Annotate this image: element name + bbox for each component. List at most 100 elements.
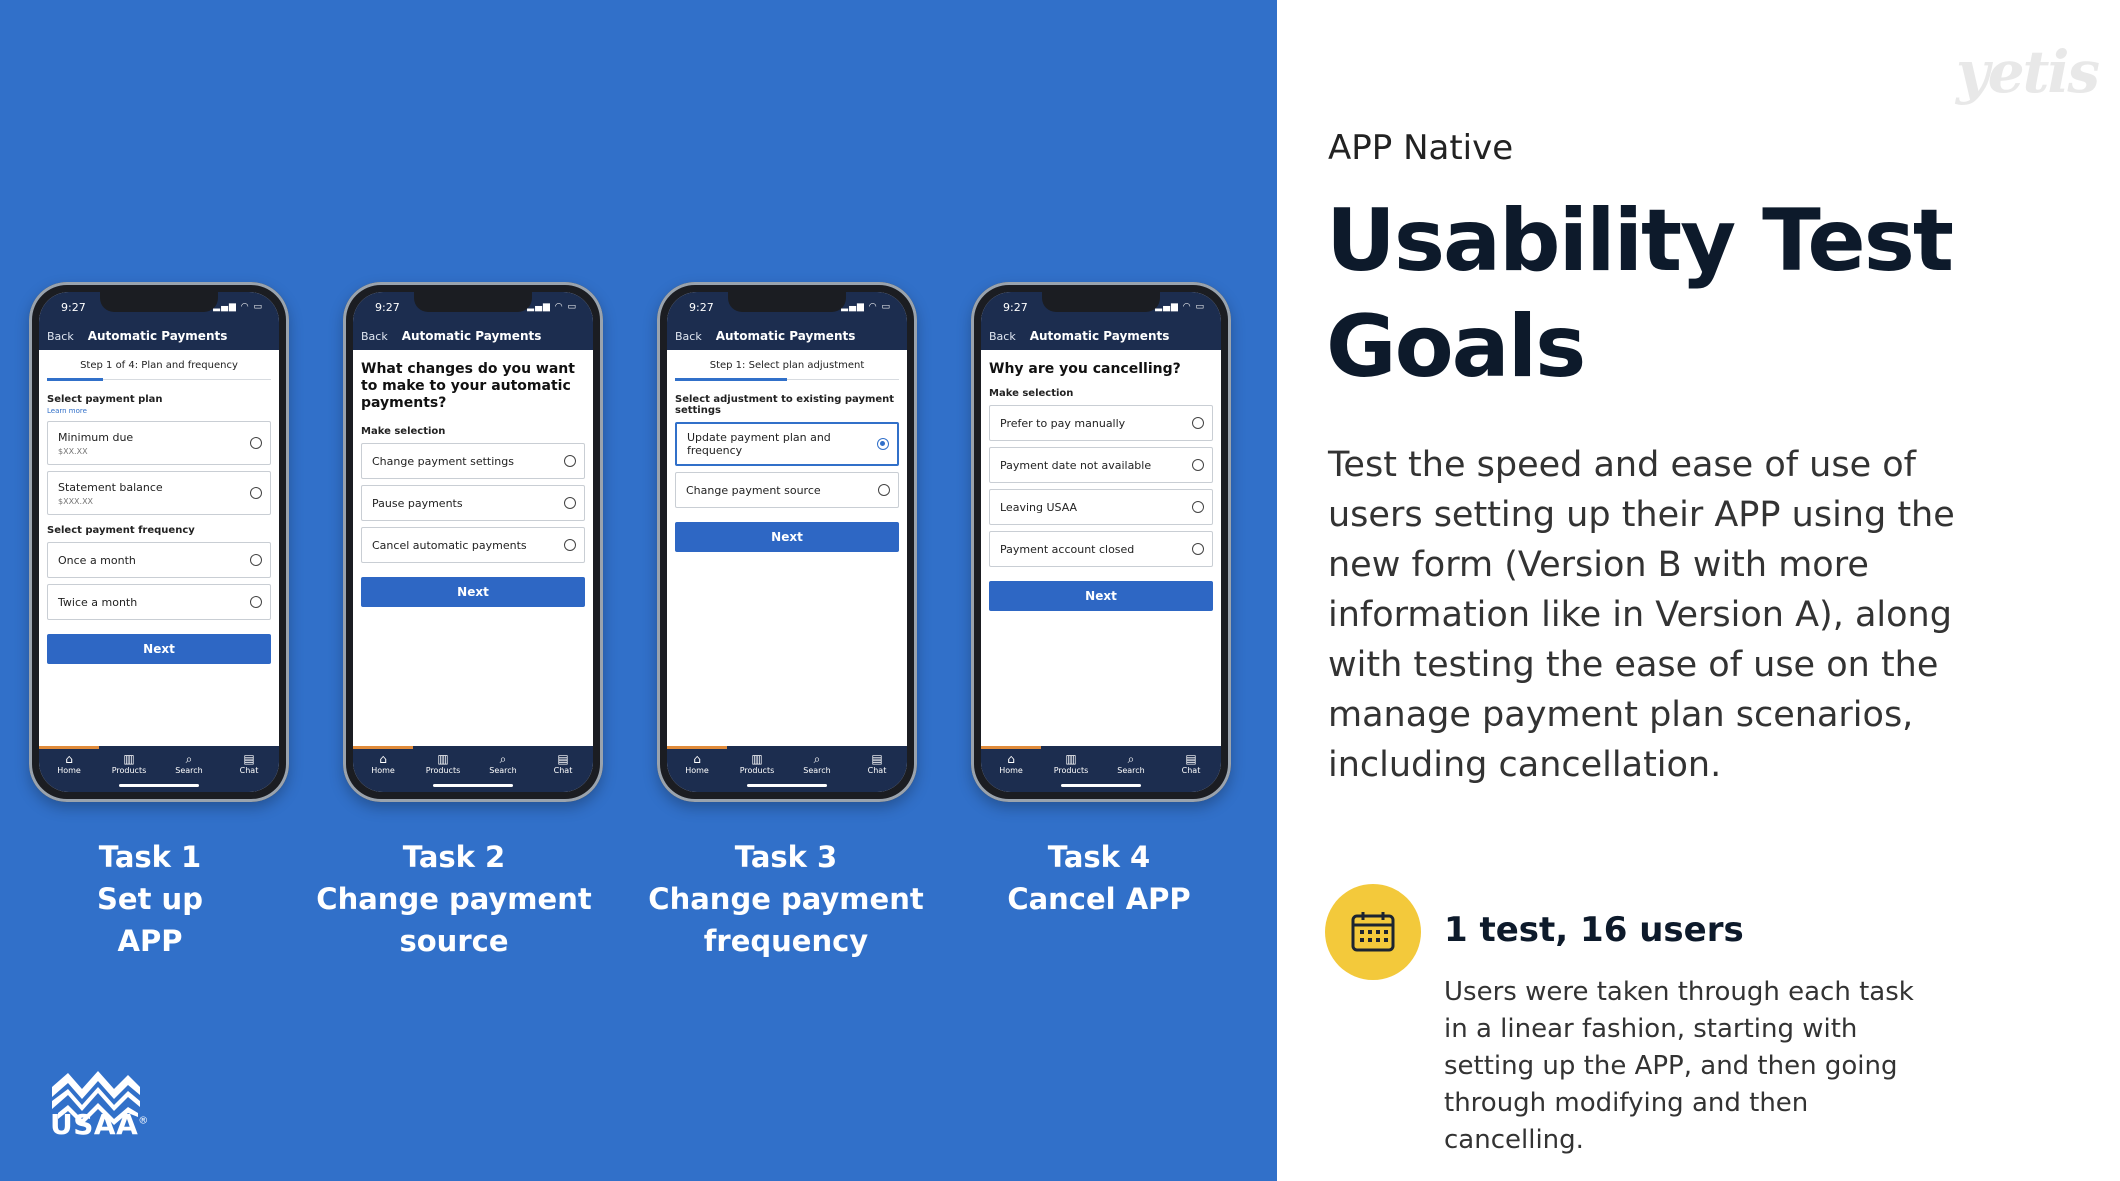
option-label: Change payment source xyxy=(686,483,821,497)
phone-task-2: 9:27 ▂▄▆ ◠ ▭ Back Automatic Payments Wha… xyxy=(343,282,603,802)
option-statement-balance[interactable]: Statement balance $XXX.XX xyxy=(47,471,271,515)
section-label: Make selection xyxy=(989,388,1074,399)
task-title-line: frequency xyxy=(703,924,869,958)
chat-icon: ▤ xyxy=(1185,752,1197,766)
tab-chat[interactable]: ▤ Chat xyxy=(219,752,279,792)
tab-chat[interactable]: ▤ Chat xyxy=(847,752,907,792)
option-label: Once a month xyxy=(58,553,136,567)
option-once-a-month[interactable]: Once a month xyxy=(47,542,271,578)
usaa-wordmark: USAA® xyxy=(50,1108,149,1141)
option-label: Cancel automatic payments xyxy=(372,538,527,552)
step-indicator: Step 1: Select plan adjustment xyxy=(675,350,899,381)
option-label: Payment date not available xyxy=(1000,458,1152,472)
tab-home[interactable]: ⌂ Home xyxy=(981,752,1041,792)
task-number: Task 1 xyxy=(98,840,202,874)
chat-icon: ▤ xyxy=(243,752,255,766)
home-indicator xyxy=(433,784,513,787)
question-heading: What changes do you want to make to your… xyxy=(361,361,575,411)
task-number: Task 3 xyxy=(734,840,838,874)
radio-button[interactable] xyxy=(564,455,576,467)
task-title-line: Set up xyxy=(97,882,203,916)
option-change-payment-settings[interactable]: Change payment settings xyxy=(361,443,585,479)
option-payment-account-closed[interactable]: Payment account closed xyxy=(989,531,1213,567)
radio-button[interactable] xyxy=(250,437,262,449)
status-time: 9:27 xyxy=(375,300,400,314)
stat-description: Users were taken through each task in a … xyxy=(1444,977,1914,1155)
radio-button[interactable] xyxy=(1192,501,1204,513)
chat-icon: ▤ xyxy=(557,752,569,766)
tab-label: Chat xyxy=(553,766,573,775)
task-number: Task 4 xyxy=(1047,840,1151,874)
task-title-line: Change payment xyxy=(316,882,592,916)
radio-button[interactable] xyxy=(250,596,262,608)
radio-button[interactable] xyxy=(564,539,576,551)
next-button[interactable]: Next xyxy=(675,522,899,552)
tab-label: Home xyxy=(999,766,1023,775)
radio-button[interactable] xyxy=(1192,417,1204,429)
tab-home[interactable]: ⌂ Home xyxy=(39,752,99,792)
tab-label: Search xyxy=(803,766,831,775)
tab-label: Search xyxy=(175,766,203,775)
next-button[interactable]: Next xyxy=(989,581,1213,611)
task-1-label: Task 1 Set up APP xyxy=(0,836,310,962)
next-button[interactable]: Next xyxy=(361,577,585,607)
status-time: 9:27 xyxy=(689,300,714,314)
radio-button[interactable] xyxy=(1192,459,1204,471)
tab-label: Chat xyxy=(867,766,887,775)
header-title: Automatic Payments xyxy=(715,329,856,343)
step-text: Step 1 of 4: Plan and frequency xyxy=(80,360,238,371)
task-title-line: APP xyxy=(117,924,183,958)
status-time: 9:27 xyxy=(61,300,86,314)
phone-screen: 9:27 ▂▄▆ ◠ ▭ Back Automatic Payments Wha… xyxy=(353,292,593,792)
next-button[interactable]: Next xyxy=(47,634,271,664)
section-label: Select payment plan xyxy=(47,394,163,405)
phone-notch xyxy=(100,292,218,312)
back-button[interactable]: Back xyxy=(989,330,1016,343)
radio-button[interactable] xyxy=(250,554,262,566)
back-button[interactable]: Back xyxy=(675,330,702,343)
search-icon: ⌕ xyxy=(499,752,507,766)
tab-label: Search xyxy=(1117,766,1145,775)
option-prefer-pay-manually[interactable]: Prefer to pay manually xyxy=(989,405,1213,441)
radio-button[interactable] xyxy=(250,487,262,499)
radio-button[interactable] xyxy=(1192,543,1204,555)
tab-label: Home xyxy=(57,766,81,775)
bank-icon: ▥ xyxy=(123,752,135,766)
radio-button[interactable] xyxy=(878,484,890,496)
home-indicator xyxy=(1061,784,1141,787)
task-title-line: Cancel APP xyxy=(1007,882,1191,916)
tab-chat[interactable]: ▤ Chat xyxy=(1161,752,1221,792)
option-twice-a-month[interactable]: Twice a month xyxy=(47,584,271,620)
option-label: Change payment settings xyxy=(372,454,514,468)
option-cancel-automatic-payments[interactable]: Cancel automatic payments xyxy=(361,527,585,563)
header-title: Automatic Payments xyxy=(401,329,542,343)
step-progress-bar xyxy=(675,378,787,381)
option-update-payment-plan[interactable]: Update payment plan and frequency xyxy=(675,422,899,466)
option-payment-date-not-available[interactable]: Payment date not available xyxy=(989,447,1213,483)
logo-text: USAA xyxy=(50,1108,139,1141)
tab-label: Chat xyxy=(239,766,259,775)
option-label: Statement balance xyxy=(58,480,163,494)
radio-button[interactable] xyxy=(564,497,576,509)
app-header: Back Automatic Payments xyxy=(667,322,907,350)
tab-home[interactable]: ⌂ Home xyxy=(667,752,727,792)
home-icon: ⌂ xyxy=(379,752,387,766)
learn-more-link[interactable]: Learn more xyxy=(47,407,271,415)
tab-chat[interactable]: ▤ Chat xyxy=(533,752,593,792)
tab-home[interactable]: ⌂ Home xyxy=(353,752,413,792)
tab-label: Home xyxy=(685,766,709,775)
option-pause-payments[interactable]: Pause payments xyxy=(361,485,585,521)
body-paragraph: Test the speed and ease of use of users … xyxy=(1328,445,1955,785)
option-change-payment-source[interactable]: Change payment source xyxy=(675,472,899,508)
app-header: Back Automatic Payments xyxy=(353,322,593,350)
signal-wifi-battery-icon: ▂▄▆ ◠ ▭ xyxy=(213,302,263,312)
app-header: Back Automatic Payments xyxy=(981,322,1221,350)
option-minimum-due[interactable]: Minimum due $XX.XX xyxy=(47,421,271,465)
back-button[interactable]: Back xyxy=(361,330,388,343)
option-leaving-usaa[interactable]: Leaving USAA xyxy=(989,489,1213,525)
phone-task-1: 9:27 ▂▄▆ ◠ ▭ Back Automatic Payments Ste… xyxy=(29,282,289,802)
option-amount: $XX.XX xyxy=(58,446,88,456)
radio-button-selected[interactable] xyxy=(877,438,889,450)
step-text: Step 1: Select plan adjustment xyxy=(709,360,865,371)
back-button[interactable]: Back xyxy=(47,330,74,343)
